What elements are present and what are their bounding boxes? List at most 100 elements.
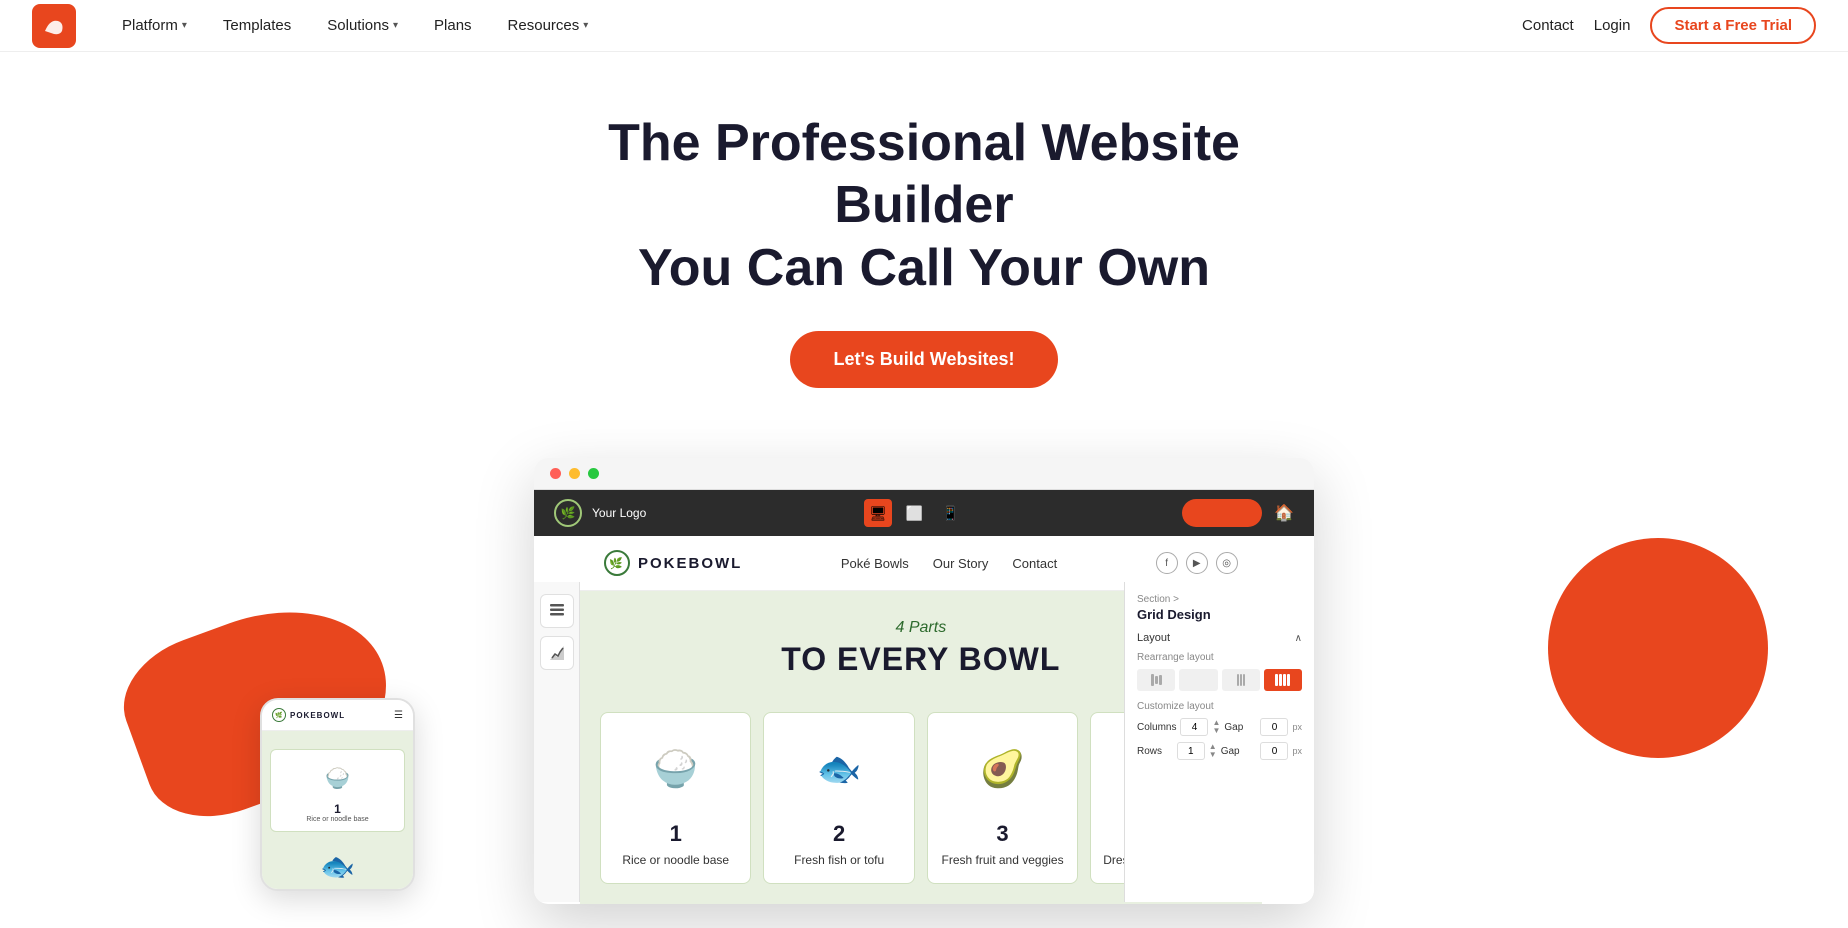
- editor-logo-area: 🌿 Your Logo: [554, 499, 646, 527]
- nav-right: Contact Login Start a Free Trial: [1522, 7, 1816, 44]
- browser-chrome: [534, 458, 1314, 490]
- browser-max-dot: [588, 468, 599, 479]
- panel-rows-gap-input[interactable]: [1260, 742, 1288, 760]
- desktop-device-button[interactable]: 🖥: [864, 499, 892, 527]
- panel-columns-gap-unit: px: [1292, 722, 1302, 732]
- add-element-icon[interactable]: [540, 636, 574, 670]
- mobile-brand-icon: 🌿: [272, 708, 286, 722]
- layers-panel-icon[interactable]: [540, 594, 574, 628]
- layout-3x1[interactable]: [1222, 669, 1260, 691]
- youtube-icon[interactable]: ▶: [1186, 552, 1208, 574]
- editor-home-icon[interactable]: 🏠: [1274, 503, 1294, 523]
- editor-logo-text: Your Logo: [592, 506, 646, 520]
- card-label-1: Rice or noodle base: [613, 853, 738, 867]
- start-free-trial-button[interactable]: Start a Free Trial: [1650, 7, 1816, 44]
- tablet-device-button[interactable]: ⬜: [900, 499, 928, 527]
- blob-right-decoration: [1548, 538, 1768, 758]
- nav-plans[interactable]: Plans: [416, 0, 490, 52]
- nav-platform[interactable]: Platform ▾: [104, 0, 205, 52]
- nav-templates[interactable]: Templates: [205, 0, 309, 52]
- editor-device-icons: 🖥 ⬜ 📱: [864, 499, 964, 527]
- mobile-footer: 🐟: [262, 844, 413, 889]
- mobile-hamburger-icon[interactable]: ☰: [394, 710, 403, 721]
- website-social-icons: f ▶ ◎: [1156, 552, 1238, 574]
- mockup-area: 🌿 POKEBOWL ☰ 🍚 1 Rice or noodle base 🐟 �: [0, 458, 1848, 904]
- panel-rows-stepper[interactable]: ▲▼: [1209, 743, 1217, 759]
- mobile-device-button[interactable]: 📱: [936, 499, 964, 527]
- panel-columns-row: Columns ▲▼ Gap px: [1137, 718, 1302, 736]
- editor-publish-button[interactable]: [1182, 499, 1262, 527]
- solutions-chevron-icon: ▾: [393, 20, 398, 31]
- mobile-mockup: 🌿 POKEBOWL ☰ 🍚 1 Rice or noodle base 🐟: [260, 698, 415, 891]
- nav-poke-bowls[interactable]: Poké Bowls: [841, 556, 909, 571]
- layout-1x4[interactable]: [1137, 669, 1175, 691]
- mobile-brand-name: POKEBOWL: [290, 711, 345, 720]
- panel-rows-row: Rows ▲▼ Gap px: [1137, 742, 1302, 760]
- nav-left: Platform ▾ Templates Solutions ▾ Plans R…: [32, 0, 606, 52]
- hero-title: The Professional Website Builder You Can…: [549, 112, 1299, 299]
- instagram-icon[interactable]: ◎: [1216, 552, 1238, 574]
- panel-columns-stepper[interactable]: ▲▼: [1212, 719, 1220, 735]
- card-label-2: Fresh fish or tofu: [776, 853, 901, 867]
- nav-resources[interactable]: Resources ▾: [490, 0, 607, 52]
- card-number-3: 3: [940, 821, 1065, 847]
- browser-close-dot: [550, 468, 561, 479]
- website-card-2: 🐟 2 Fresh fish or tofu: [763, 712, 914, 884]
- mobile-card: 🍚 1 Rice or noodle base: [270, 749, 405, 832]
- website-card-1: 🍚 1 Rice or noodle base: [600, 712, 751, 884]
- panel-title: Grid Design: [1137, 607, 1302, 622]
- resources-chevron-icon: ▾: [583, 20, 588, 31]
- panel-rows-input[interactable]: [1177, 742, 1205, 760]
- panel-layout-row: Layout ∧: [1137, 632, 1302, 644]
- editor-toolbar: 🌿 Your Logo 🖥 ⬜ 📱 🏠: [534, 490, 1314, 536]
- panel-columns-gap-input[interactable]: [1260, 718, 1288, 736]
- website-brand: 🌿 POKEBOWL: [604, 550, 742, 576]
- mobile-fish-image: 🐟: [320, 851, 355, 882]
- editor-logo-icon: 🌿: [554, 499, 582, 527]
- nav-contact-link[interactable]: Contact: [1522, 17, 1574, 34]
- panel-rows-gap-label: Gap: [1221, 746, 1257, 757]
- editor-body: 🌿 POKEBOWL Poké Bowls Our Story Contact …: [534, 536, 1314, 904]
- hero-section: The Professional Website Builder You Can…: [0, 52, 1848, 418]
- card-label-3: Fresh fruit and veggies: [940, 853, 1065, 867]
- mobile-card-label: Rice or noodle base: [279, 816, 396, 823]
- panel-layout-chevron[interactable]: ∧: [1295, 633, 1302, 644]
- website-brand-name: POKEBOWL: [638, 555, 742, 572]
- mobile-nav-bar: 🌿 POKEBOWL ☰: [262, 700, 413, 731]
- facebook-icon[interactable]: f: [1156, 552, 1178, 574]
- mobile-bowl-image: 🍚: [318, 758, 358, 798]
- nav-login-link[interactable]: Login: [1594, 17, 1631, 34]
- nav-solutions[interactable]: Solutions ▾: [309, 0, 416, 52]
- layout-4x1[interactable]: [1264, 669, 1302, 691]
- layout-2x2[interactable]: [1179, 669, 1217, 691]
- card-bowl-1: 🍚: [636, 729, 716, 809]
- panel-layout-label: Layout: [1137, 632, 1170, 644]
- main-nav: Platform ▾ Templates Solutions ▾ Plans R…: [0, 0, 1848, 52]
- panel-customize-label: Customize layout: [1137, 701, 1302, 712]
- panel-columns-input[interactable]: [1180, 718, 1208, 736]
- nav-our-story[interactable]: Our Story: [933, 556, 989, 571]
- mobile-hero-content: 🍚 1 Rice or noodle base: [262, 731, 413, 844]
- browser-min-dot: [569, 468, 580, 479]
- panel-rows-gap-unit: px: [1292, 746, 1302, 756]
- card-number-1: 1: [613, 821, 738, 847]
- hero-cta-button[interactable]: Let's Build Websites!: [790, 331, 1059, 388]
- panel-gap-label: Gap: [1224, 722, 1256, 733]
- card-number-2: 2: [776, 821, 901, 847]
- website-nav-links: Poké Bowls Our Story Contact: [841, 556, 1057, 571]
- duda-logo[interactable]: [32, 4, 76, 48]
- editor-left-sidebar: [534, 582, 580, 902]
- panel-columns-label: Columns: [1137, 722, 1176, 733]
- website-brand-icon: 🌿: [604, 550, 630, 576]
- card-bowl-3: 🥑: [963, 729, 1043, 809]
- panel-rearrange-label: Rearrange layout: [1137, 652, 1302, 663]
- panel-rows-label: Rows: [1137, 746, 1173, 757]
- nav-contact[interactable]: Contact: [1012, 556, 1057, 571]
- website-card-3: 🥑 3 Fresh fruit and veggies: [927, 712, 1078, 884]
- card-bowl-2: 🐟: [799, 729, 879, 809]
- editor-right-panel: Section > Grid Design Layout ∧ Rearrange…: [1124, 582, 1314, 902]
- layout-options-grid: [1137, 669, 1302, 691]
- mobile-card-number: 1: [279, 802, 396, 816]
- panel-section-label: Section >: [1137, 594, 1302, 605]
- nav-links: Platform ▾ Templates Solutions ▾ Plans R…: [104, 0, 606, 52]
